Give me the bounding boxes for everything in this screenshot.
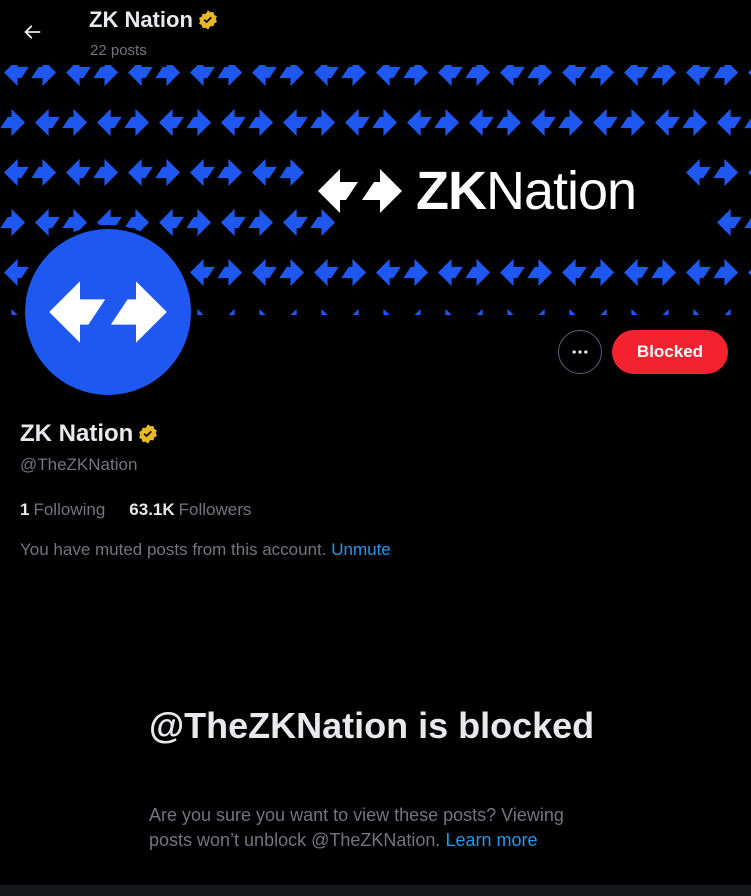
header-title-row: ZK Nation <box>89 7 219 33</box>
banner-brand-bold: ZK <box>416 161 487 221</box>
banner-brand-text: ZKNation <box>416 161 637 221</box>
banner-arrow-tile <box>0 208 26 237</box>
banner-arrow-tile <box>438 258 491 287</box>
banner-arrow-tile <box>476 308 514 315</box>
avatar[interactable] <box>21 225 195 399</box>
banner-arrow-tile <box>221 208 274 237</box>
banner-arrow-tile <box>0 108 26 137</box>
banner-arrow-tile <box>314 258 367 287</box>
banner-arrow-tile <box>228 308 266 315</box>
banner-arrow-tile <box>66 158 119 187</box>
banner-arrow-tile <box>376 65 429 87</box>
banner-arrow-tile <box>438 65 491 87</box>
zk-arrows-logo-icon <box>318 169 402 213</box>
banner-arrow-tile <box>562 65 615 87</box>
blocked-description: Are you sure you want to view these post… <box>149 803 599 853</box>
profile-stats: 1 Following 63.1K Followers <box>20 500 251 520</box>
muted-text: You have muted posts from this account. <box>20 540 327 559</box>
banner-arrow-tile <box>686 65 739 87</box>
blocked-button[interactable]: Blocked <box>612 330 728 374</box>
following-count: 1 <box>20 500 30 519</box>
banner-arrow-tile <box>252 258 305 287</box>
more-horizontal-icon <box>572 350 588 354</box>
banner-arrow-tile <box>190 258 243 287</box>
header-title: ZK Nation <box>89 7 193 32</box>
more-options-button[interactable] <box>558 330 602 374</box>
following-label: Following <box>33 500 106 519</box>
bottom-scroll-strip <box>0 885 751 896</box>
unmute-link[interactable]: Unmute <box>331 540 391 559</box>
zk-arrows-logo-icon <box>49 281 167 343</box>
banner-arrow-tile <box>66 65 119 87</box>
followers-label: Followers <box>178 500 252 519</box>
banner-arrow-tile <box>352 308 390 315</box>
following-link[interactable]: 1 Following <box>20 500 105 520</box>
banner-arrow-tile <box>159 108 212 137</box>
verified-badge-icon <box>198 10 217 30</box>
banner-arrow-tile <box>717 208 751 237</box>
profile-display-name: ZK Nation <box>20 420 134 447</box>
banner-arrow-tile <box>624 65 677 87</box>
back-button[interactable] <box>14 14 50 50</box>
banner-arrow-tile <box>283 108 336 137</box>
banner-arrow-tile <box>159 208 212 237</box>
banner-arrow-tile <box>345 108 398 137</box>
banner-arrow-tile <box>190 65 243 87</box>
banner-arrow-tile <box>221 108 274 137</box>
banner-arrow-tile <box>252 65 305 87</box>
banner-arrow-tile <box>686 258 739 287</box>
banner-arrow-tile <box>624 258 677 287</box>
banner-logo: ZKNation <box>318 161 637 221</box>
muted-notice: You have muted posts from this account. … <box>20 540 391 560</box>
arrow-left-icon <box>24 25 41 39</box>
banner-arrow-tile <box>4 65 57 87</box>
banner-arrow-tile <box>128 65 181 87</box>
banner-arrow-tile <box>538 308 576 315</box>
learn-more-link[interactable]: Learn more <box>445 830 537 850</box>
banner-arrow-tile <box>724 308 731 315</box>
banner-arrow-tile <box>600 308 638 315</box>
banner-arrow-tile <box>376 258 429 287</box>
banner-arrow-tile <box>35 108 88 137</box>
banner-arrow-tile <box>190 158 243 187</box>
header-post-count: 22 posts <box>90 42 147 59</box>
banner-arrow-tile <box>314 65 367 87</box>
followers-count: 63.1K <box>129 500 175 519</box>
banner-arrow-tile <box>128 158 181 187</box>
profile-header: ZK Nation 22 posts <box>0 0 751 65</box>
banner-arrow-tile <box>662 308 700 315</box>
banner-arrow-tile <box>500 258 553 287</box>
banner-arrow-tile <box>97 108 150 137</box>
verified-badge-icon[interactable] <box>137 423 159 445</box>
banner-arrow-tile <box>531 108 584 137</box>
banner-arrow-tile <box>686 158 739 187</box>
banner-arrow-tile <box>290 308 328 315</box>
banner-arrow-tile <box>4 158 57 187</box>
banner-arrow-tile <box>414 308 452 315</box>
banner-arrow-tile <box>562 258 615 287</box>
banner-arrow-tile <box>717 108 751 137</box>
banner-arrow-tile <box>655 108 708 137</box>
banner-arrow-tile <box>500 65 553 87</box>
banner-arrow-tile <box>469 108 522 137</box>
profile-handle: @TheZKNation <box>20 455 138 474</box>
profile-name-row: ZK Nation <box>20 420 159 448</box>
followers-link[interactable]: 63.1K Followers <box>129 500 251 520</box>
banner-brand-light: Nation <box>485 161 637 221</box>
banner-arrow-tile <box>407 108 460 137</box>
banner-arrow-tile <box>593 108 646 137</box>
banner-arrow-tile <box>252 158 305 187</box>
avatar-image <box>25 229 191 395</box>
blocked-title: @TheZKNation is blocked <box>149 705 595 746</box>
